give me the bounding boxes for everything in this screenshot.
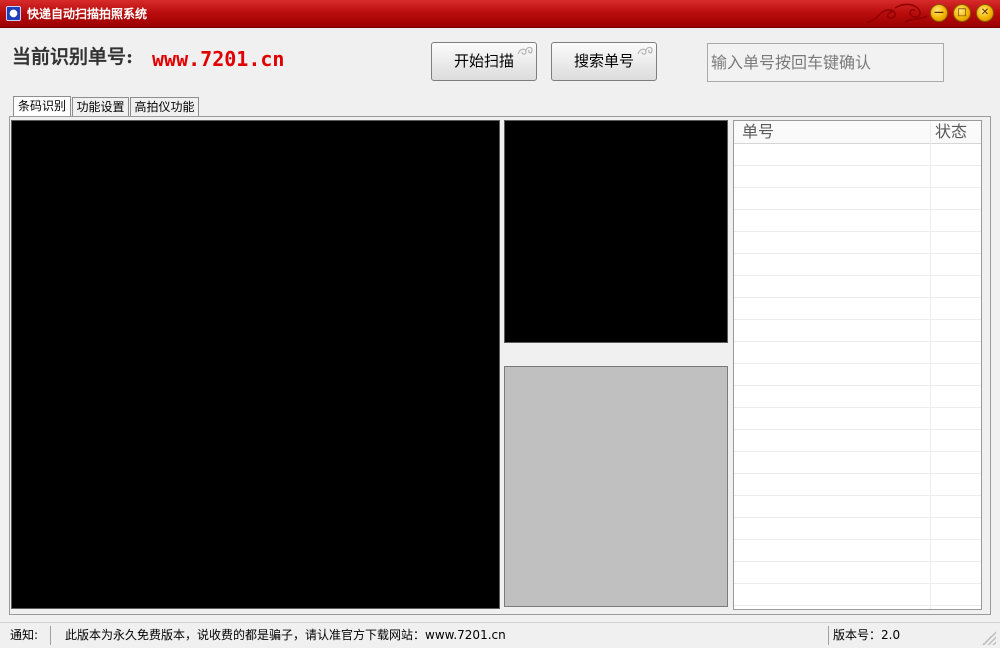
resize-grip-icon[interactable] [982,631,996,645]
status-label: 通知: [10,628,39,642]
app-user-icon: ● [6,6,21,21]
minimize-icon: — [934,7,944,18]
cloud-ornament-icon [866,3,928,23]
close-button[interactable]: ✕ [976,4,994,22]
status-bar: 通知: 此版本为永久免费版本，说收费的都是骗子，请认准官方下载网站：www.72… [0,622,1000,648]
tab-barcode-recognition[interactable]: 条码识别 [13,96,71,117]
column-header-order-number[interactable]: 单号 [742,121,774,144]
close-icon: ✕ [980,7,990,18]
current-number-label: 当前识别单号: [12,46,134,68]
search-number-button[interactable]: 搜索单号 [551,42,657,81]
column-header-status[interactable]: 状态 [935,121,967,144]
order-list[interactable]: 单号 状态 [733,120,982,610]
minimize-button[interactable]: — [930,4,948,22]
tab-function-settings[interactable]: 功能设置 [72,97,129,116]
start-scan-label: 开始扫描 [453,52,514,70]
status-divider [828,626,829,645]
photo-preview [504,366,728,607]
swirl-ornament-icon [517,46,533,55]
title-bar[interactable]: ● 快递自动扫描拍照系统 — □ ✕ [0,0,1000,28]
barcode-preview [504,120,728,343]
list-header: 单号 状态 [734,121,981,144]
status-divider [50,626,51,645]
search-number-label: 搜索单号 [573,52,634,70]
version-label: 版本号：2.0 [833,628,901,642]
status-message: 此版本为永久免费版本，说收费的都是骗子，请认准官方下载网站：www.7201.c… [65,628,506,642]
tracking-number-input[interactable] [707,43,944,82]
camera-view [11,120,500,609]
window-title: 快递自动扫描拍照系统 [27,7,148,21]
list-rows [734,144,981,609]
maximize-button[interactable]: □ [953,4,971,22]
swirl-ornament-icon [637,46,653,55]
start-scan-button[interactable]: 开始扫描 [431,42,537,81]
current-number-value: www.7201.cn [152,47,285,71]
maximize-icon: □ [957,7,967,18]
tab-document-camera[interactable]: 高拍仪功能 [130,97,199,116]
